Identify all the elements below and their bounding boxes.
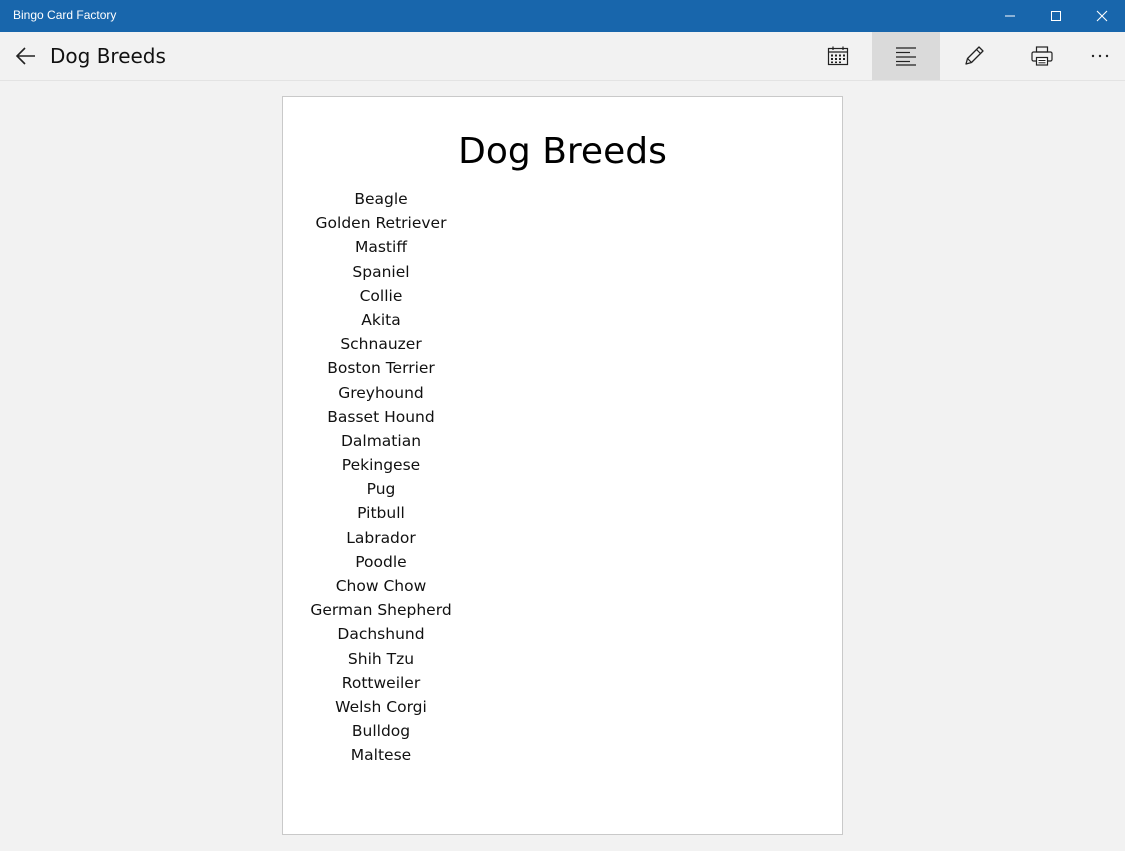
title-bar: Bingo Card Factory (0, 0, 1125, 32)
list-item: Shih Tzu (347, 649, 415, 668)
close-icon (1096, 10, 1108, 22)
list-item: German Shepherd (310, 601, 452, 620)
list-item: Mastiff (354, 238, 407, 257)
list-item: Pitbull (357, 504, 405, 523)
align-text-button[interactable] (872, 32, 940, 80)
list-item: Golden Retriever (315, 214, 447, 233)
word-list: Beagle Golden Retriever Mastiff Spaniel Coll… (283, 187, 479, 768)
maximize-icon (1051, 11, 1061, 21)
list-item: Spaniel (352, 262, 410, 281)
list-item: Basset Hound (327, 407, 435, 426)
back-arrow-icon (15, 47, 35, 65)
pencil-icon (965, 46, 984, 65)
back-button[interactable] (6, 32, 46, 80)
more-icon (1091, 54, 1109, 58)
list-item: Rottweiler (341, 673, 421, 692)
list-item: Maltese (350, 746, 412, 765)
page-title: Dog Breeds (50, 44, 166, 68)
document-page: Dog Breeds Beagle Golden Retriever Mastiff… (282, 96, 843, 835)
list-item: Beagle (354, 190, 408, 208)
app-title: Bingo Card Factory (13, 8, 117, 22)
document-area[interactable]: Dog Breeds Beagle Golden Retriever Mastiff… (0, 81, 1125, 851)
list-item: Labrador (346, 528, 416, 547)
printer-icon (1031, 46, 1053, 66)
list-item: Boston Terrier (327, 359, 435, 378)
list-item: Dachshund (337, 625, 425, 644)
list-item: Pekingese (341, 456, 421, 475)
document-title: Dog Breeds (458, 131, 667, 172)
align-text-icon (896, 47, 916, 66)
list-item: Bulldog (351, 722, 411, 741)
calendar-icon (827, 46, 849, 66)
list-item: Dalmatian (340, 431, 422, 450)
list-item: Schnauzer (340, 335, 422, 354)
maximize-button[interactable] (1033, 0, 1079, 32)
list-item: Welsh Corgi (335, 697, 427, 716)
app-bar: Dog Breeds (0, 32, 1125, 81)
close-button[interactable] (1079, 0, 1125, 32)
calendar-button[interactable] (804, 32, 872, 80)
list-item: Greyhound (338, 383, 424, 402)
list-item: Collie (359, 286, 403, 305)
minimize-button[interactable] (987, 0, 1033, 32)
minimize-icon (1005, 15, 1015, 17)
list-item: Akita (361, 310, 401, 329)
list-item: Poodle (355, 552, 407, 571)
edit-button[interactable] (940, 32, 1008, 80)
more-button[interactable] (1066, 32, 1125, 80)
list-item: Pug (366, 480, 396, 499)
list-item: Chow Chow (335, 577, 427, 595)
